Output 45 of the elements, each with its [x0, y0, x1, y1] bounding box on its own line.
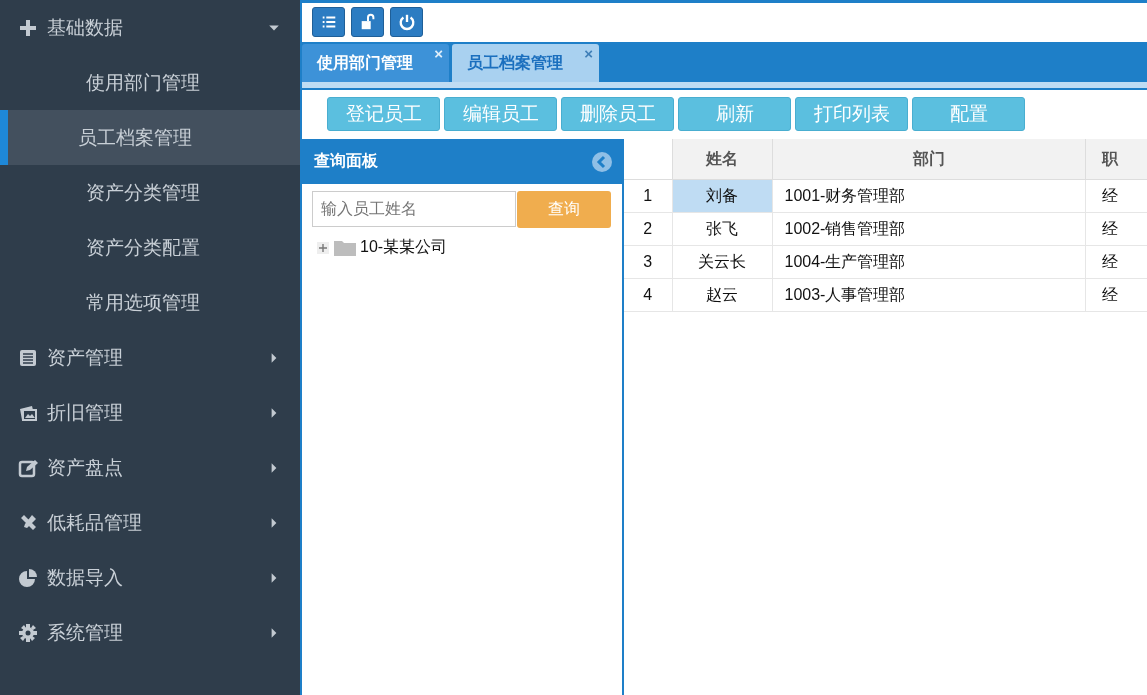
search-field[interactable]: 输入员工姓名 — [312, 191, 516, 227]
sidebar-subitem[interactable]: 使用部门管理 — [0, 55, 300, 110]
sidebar-item[interactable]: 数据导入 — [0, 550, 300, 605]
table-cell: 张飞 — [672, 212, 772, 246]
column-header[interactable]: 姓名 — [672, 139, 772, 180]
sidebar-subitem[interactable]: 常用选项管理 — [0, 275, 300, 330]
power-icon — [397, 13, 416, 31]
sidebar-item[interactable]: 低耗品管理 — [0, 495, 300, 550]
column-header[interactable]: 部门 — [772, 139, 1085, 180]
unlocked-padlock-button[interactable] — [351, 7, 384, 37]
table-cell: 关云长 — [672, 245, 772, 279]
gear-icon — [18, 622, 38, 643]
table-cell: 1002-销售管理部 — [772, 212, 1085, 246]
folder-icon — [334, 239, 356, 256]
power-button[interactable] — [390, 7, 423, 37]
pie-chart-icon — [18, 567, 38, 588]
sidebar-item[interactable]: 系统管理 — [0, 605, 300, 660]
table-cell: 经 — [1085, 212, 1147, 246]
sidebar-subitem[interactable]: 资产分类配置 — [0, 220, 300, 275]
plus-icon — [18, 17, 38, 38]
edit-icon — [18, 457, 38, 478]
table-cell: 经 — [1085, 245, 1147, 279]
table-cell: 刘备 — [672, 179, 772, 213]
table-cell: 1003-人事管理部 — [772, 278, 1085, 312]
sidebar-subitem[interactable]: 员工档案管理 — [0, 110, 300, 165]
row-number: 4 — [624, 278, 672, 312]
table-cell: 1001-财务管理部 — [772, 179, 1085, 213]
column-header[interactable]: 职 — [1085, 139, 1147, 180]
expand-toggle-icon[interactable] — [316, 240, 330, 255]
table-cell: 1004-生产管理部 — [772, 245, 1085, 279]
list-button[interactable] — [312, 7, 345, 37]
sidebar-item[interactable]: 基础数据 — [0, 0, 300, 55]
table-icon — [18, 347, 38, 368]
sidebar-item[interactable]: 资产管理 — [0, 330, 300, 385]
row-number: 3 — [624, 245, 672, 279]
sidebar-item[interactable]: 折旧管理 — [0, 385, 300, 440]
table-cell: 经 — [1085, 179, 1147, 213]
panel-title: 查询面板 — [314, 151, 379, 171]
table-cell: 经 — [1085, 278, 1147, 312]
sidebar-item[interactable]: 资产盘点 — [0, 440, 300, 495]
tree-item[interactable]: 10-某某公司 — [360, 237, 448, 258]
table-cell: 赵云 — [672, 278, 772, 312]
row-number: 2 — [624, 212, 672, 246]
sidebar-subitem[interactable]: 资产分类管理 — [0, 165, 300, 220]
row-number: 1 — [624, 179, 672, 213]
